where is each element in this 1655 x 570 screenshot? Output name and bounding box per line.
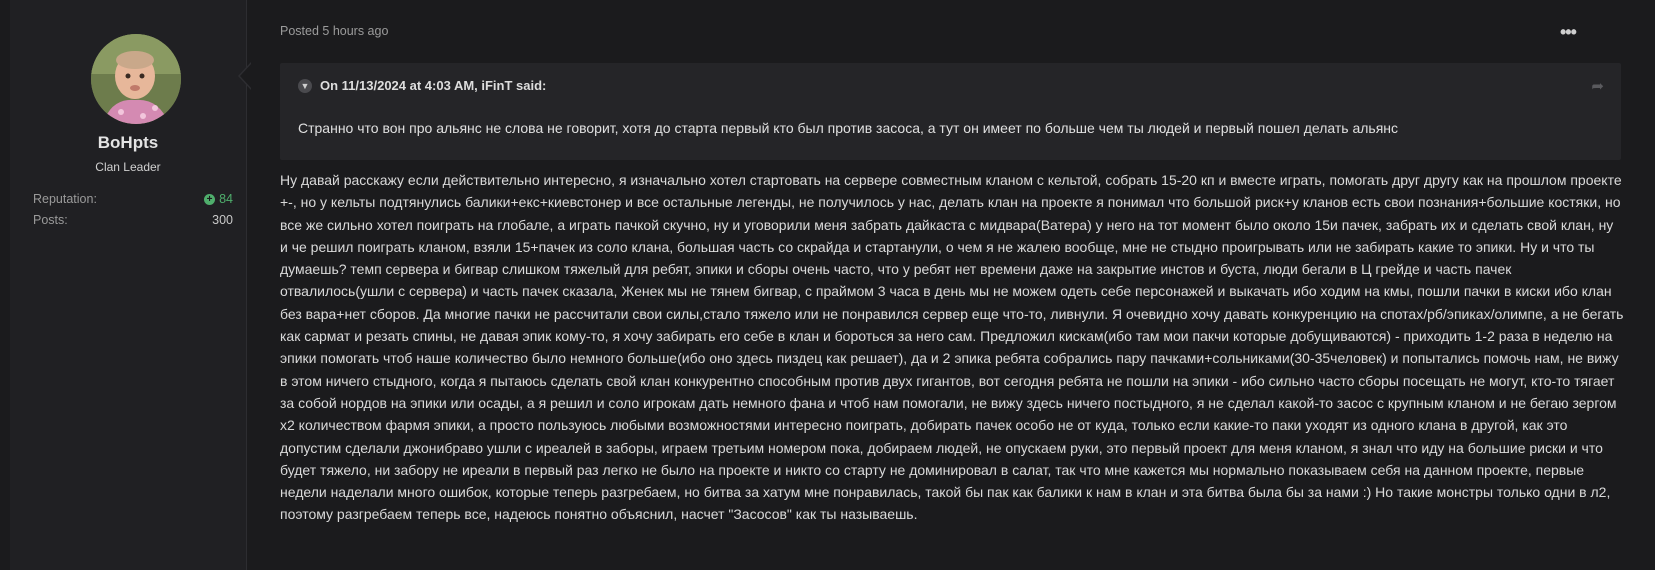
author-rank: Clan Leader — [95, 160, 161, 174]
author-panel: BoHpts Clan Leader Reputation: + 84 Post… — [10, 0, 247, 570]
avatar-image — [91, 34, 181, 124]
quote-block: ▼ On 11/13/2024 at 4:03 AM, iFinT said: … — [280, 63, 1621, 160]
post-timestamp[interactable]: Posted 5 hours ago — [280, 24, 388, 38]
quote-text: Странно что вон про альянс не слова не г… — [298, 120, 1399, 136]
share-arrow-icon[interactable]: ➦ — [1591, 77, 1604, 95]
quote-citation: On 11/13/2024 at 4:03 AM, iFinT said: — [320, 78, 547, 93]
post-pointer-arrow — [238, 62, 252, 90]
reputation-row: Reputation: + 84 — [33, 192, 233, 206]
reputation-label: Reputation: — [33, 192, 97, 206]
chevron-down-icon[interactable]: ▼ — [298, 78, 312, 93]
ellipsis-icon[interactable]: ••• — [1560, 22, 1577, 43]
posts-row: Posts: 300 — [33, 213, 233, 227]
avatar[interactable] — [91, 34, 181, 124]
author-name[interactable]: BoHpts — [10, 133, 246, 153]
plus-circle-icon: + — [204, 193, 216, 205]
quote-header[interactable]: ▼ On 11/13/2024 at 4:03 AM, iFinT said: — [298, 78, 546, 93]
post-content: Ну давай расскажу если действительно инт… — [280, 172, 1624, 523]
posts-value: 300 — [212, 213, 233, 227]
forum-post: BoHpts Clan Leader Reputation: + 84 Post… — [0, 0, 1655, 570]
posts-label: Posts: — [33, 213, 68, 227]
reputation-value: 84 — [219, 192, 233, 206]
reputation-badge[interactable]: + 84 — [204, 192, 233, 206]
